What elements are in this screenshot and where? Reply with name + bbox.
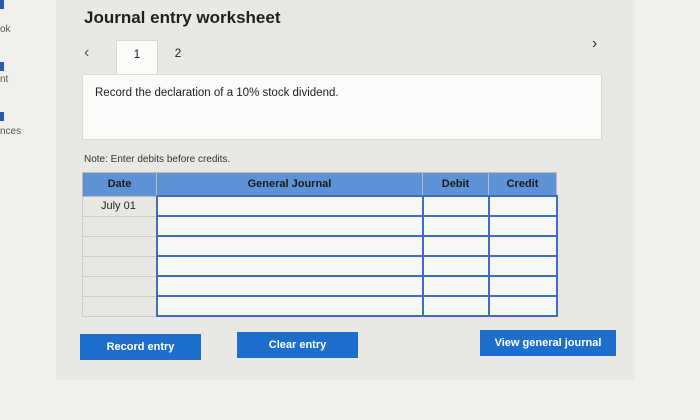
chevron-left-icon[interactable]: ‹ <box>84 44 89 62</box>
credit-input[interactable] <box>487 295 558 317</box>
table-header-row: Date General Journal Debit Credit <box>82 172 557 197</box>
rail-item-nces[interactable]: nces <box>0 126 21 137</box>
rail-marker <box>0 0 4 9</box>
date-cell <box>82 255 157 277</box>
general-journal-input[interactable] <box>155 235 424 257</box>
note-text: Note: Enter debits before credits. <box>84 154 231 165</box>
general-journal-input[interactable] <box>155 275 424 297</box>
column-header-debit: Debit <box>422 172 489 197</box>
rail-marker <box>0 112 4 121</box>
date-cell <box>82 235 157 257</box>
debit-input[interactable] <box>421 275 490 297</box>
debit-input[interactable] <box>421 295 490 317</box>
instruction-text: Record the declaration of a 10% stock di… <box>95 87 339 99</box>
tab-2[interactable]: 2 <box>158 40 198 74</box>
column-header-general-journal: General Journal <box>156 172 423 197</box>
table-row: July 01 <box>82 195 558 217</box>
general-journal-input[interactable] <box>155 295 424 317</box>
credit-input[interactable] <box>487 195 558 217</box>
left-rail: ok nt nces <box>0 0 40 420</box>
view-general-journal-button[interactable]: View general journal <box>480 330 616 356</box>
journal-table: Date General Journal Debit Credit July 0… <box>82 172 558 317</box>
general-journal-input[interactable] <box>155 195 424 217</box>
column-header-date: Date <box>82 172 157 197</box>
rail-marker <box>0 62 4 71</box>
table-row <box>82 255 558 277</box>
chevron-right-icon[interactable]: › <box>592 35 597 53</box>
date-cell <box>82 295 157 317</box>
debit-input[interactable] <box>421 195 490 217</box>
table-row <box>82 215 558 237</box>
credit-input[interactable] <box>487 275 558 297</box>
rail-item-ok[interactable]: ok <box>0 24 11 35</box>
general-journal-input[interactable] <box>155 255 424 277</box>
column-header-credit: Credit <box>488 172 557 197</box>
page-title: Journal entry worksheet <box>84 8 281 27</box>
credit-input[interactable] <box>487 215 558 237</box>
clear-entry-button[interactable]: Clear entry <box>237 332 358 358</box>
table-row <box>82 295 558 317</box>
debit-input[interactable] <box>421 235 490 257</box>
date-cell <box>82 275 157 297</box>
table-row <box>82 235 558 257</box>
debit-input[interactable] <box>421 255 490 277</box>
rail-item-nt[interactable]: nt <box>0 74 8 85</box>
general-journal-input[interactable] <box>155 215 424 237</box>
debit-input[interactable] <box>421 215 490 237</box>
tab-1[interactable]: 1 <box>116 40 158 75</box>
credit-input[interactable] <box>487 235 558 257</box>
record-entry-button[interactable]: Record entry <box>80 334 201 360</box>
date-cell <box>82 215 157 237</box>
date-cell: July 01 <box>82 195 157 217</box>
credit-input[interactable] <box>487 255 558 277</box>
instruction-box: Record the declaration of a 10% stock di… <box>82 74 602 140</box>
table-row <box>82 275 558 297</box>
